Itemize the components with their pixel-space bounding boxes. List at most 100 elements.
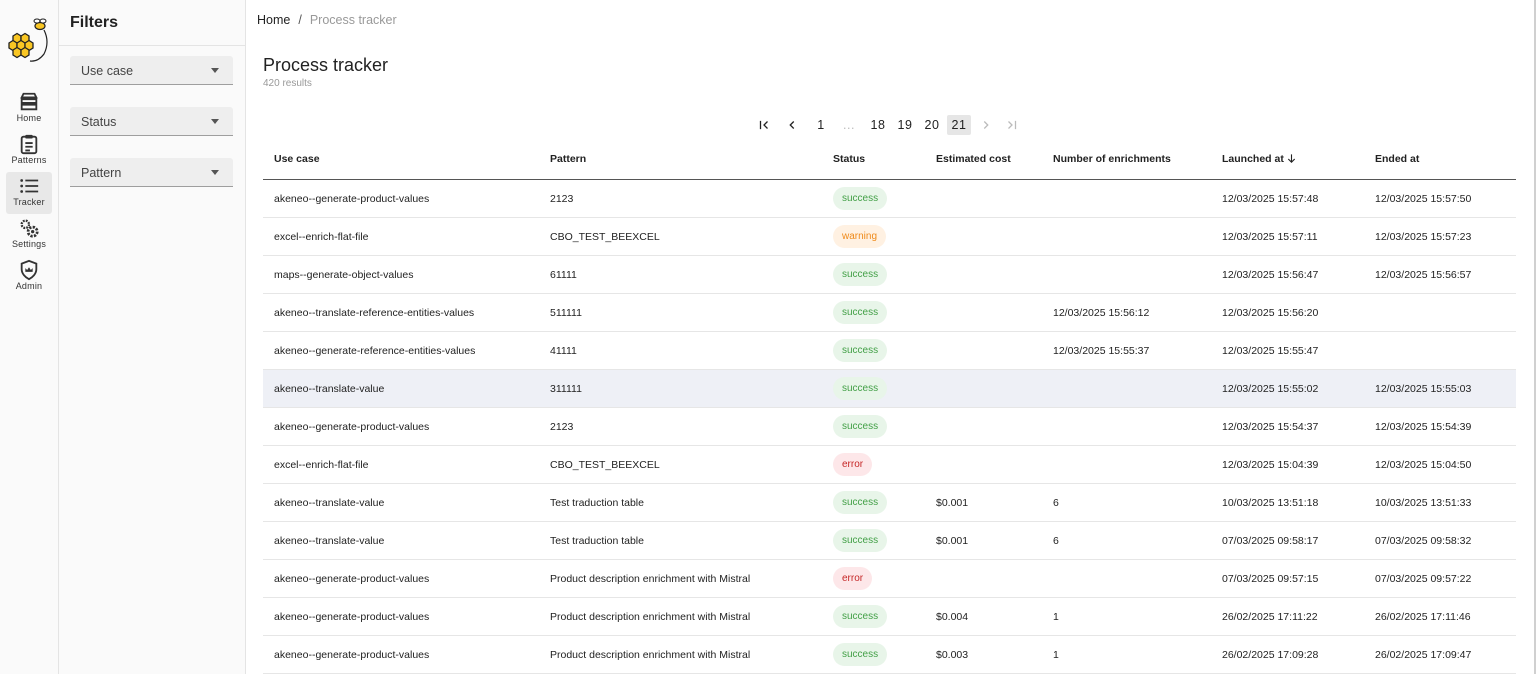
main-content: Home / Process tracker Process tracker 420… xyxy=(246,0,1536,674)
breadcrumb: Home / Process tracker xyxy=(257,13,397,27)
cell-use-case: akeneo--generate-reference-entities-valu… xyxy=(274,345,476,357)
table-row[interactable]: akeneo--generate-product-values Product d… xyxy=(263,598,1516,636)
nav-item-patterns[interactable]: Patterns xyxy=(6,130,52,172)
page-button-18[interactable]: 18 xyxy=(866,115,890,135)
table-row[interactable]: akeneo--translate-value Test traduction t… xyxy=(263,484,1516,522)
cell-use-case: akeneo--translate-reference-entities-val… xyxy=(274,307,475,319)
nav-label: Patterns xyxy=(11,155,47,165)
select-label: Status xyxy=(81,115,117,129)
cell-pattern: CBO_TEST_BEEXCEL xyxy=(550,231,660,243)
select-label: Use case xyxy=(81,64,134,78)
table-row[interactable]: maps--generate-object-values 61111 success… xyxy=(263,256,1516,294)
last-page-icon xyxy=(1008,120,1017,130)
table-row[interactable]: akeneo--generate-product-values 2123 succe… xyxy=(263,408,1516,446)
cell-use-case: akeneo--translate-value xyxy=(274,383,385,395)
table-row[interactable]: excel--enrich-flat-file CBO_TEST_BEEXCEL w… xyxy=(263,218,1516,256)
cell-pattern: CBO_TEST_BEEXCEL xyxy=(550,459,660,471)
status-badge: success xyxy=(833,187,888,210)
cell-launched-at: 12/03/2025 15:04:39 xyxy=(1222,459,1319,471)
column-header-pattern[interactable]: Pattern xyxy=(550,153,586,165)
column-header-enrichments[interactable]: Number of enrichments xyxy=(1053,153,1171,165)
cell-launched-at: 26/02/2025 17:11:22 xyxy=(1222,611,1318,623)
status-badge: success xyxy=(833,605,888,628)
cell-pattern: Product description enrichment with Mist… xyxy=(550,611,751,623)
breadcrumb-separator: / xyxy=(298,13,302,27)
caret-down-icon xyxy=(211,170,219,175)
page-button-19[interactable]: 19 xyxy=(893,115,917,135)
table-row[interactable]: akeneo--generate-product-values Product d… xyxy=(263,636,1516,674)
bee-honeycomb-logo-icon[interactable] xyxy=(4,16,52,64)
caret-down-icon xyxy=(211,119,219,124)
column-header-status[interactable]: Status xyxy=(833,153,865,165)
cell-launched-at: 10/03/2025 13:51:18 xyxy=(1222,497,1319,509)
page-button-21[interactable]: 21 xyxy=(947,115,971,135)
chevron-right-icon xyxy=(983,121,989,129)
nav-label: Tracker xyxy=(13,197,45,207)
cell-use-case: akeneo--generate-product-values xyxy=(274,193,430,205)
page-button-1[interactable]: 1 xyxy=(810,115,832,135)
cell-ended-at: 12/03/2025 15:04:50 xyxy=(1375,459,1472,471)
nav-label: Settings xyxy=(11,239,47,249)
cell-ended-at: 12/03/2025 15:55:03 xyxy=(1375,383,1472,395)
column-header-launched-at[interactable]: Launched at xyxy=(1222,153,1297,165)
cell-enrichments: 1 xyxy=(1053,611,1059,623)
list-icon xyxy=(20,179,39,193)
table-row[interactable]: akeneo--generate-product-values 2123 succe… xyxy=(263,180,1516,218)
cell-ended-at: 07/03/2025 09:57:22 xyxy=(1375,573,1472,585)
cell-ended-at: 12/03/2025 15:57:50 xyxy=(1375,193,1472,205)
cell-pattern: Product description enrichment with Mist… xyxy=(550,649,751,661)
cell-pattern: Product description enrichment with Mist… xyxy=(550,573,751,585)
first-page-button[interactable] xyxy=(754,115,774,135)
cell-use-case: akeneo--generate-product-values xyxy=(274,611,430,623)
cell-use-case: excel--enrich-flat-file xyxy=(274,231,369,243)
status-badge: success xyxy=(833,643,888,666)
result-count: 420 results xyxy=(263,78,312,89)
cell-use-case: akeneo--translate-value xyxy=(274,497,385,509)
status-badge: success xyxy=(833,377,888,400)
status-badge: success xyxy=(833,529,888,552)
status-badge: error xyxy=(833,453,873,476)
next-page-button[interactable] xyxy=(976,115,996,135)
status-badge: error xyxy=(833,567,873,590)
cell-ended-at: 10/03/2025 13:51:33 xyxy=(1375,497,1472,509)
table-row[interactable]: akeneo--translate-value 311111 success 12/0… xyxy=(263,370,1516,408)
nav-item-tracker[interactable]: Tracker xyxy=(6,172,52,214)
cell-estimated-cost: $0.004 xyxy=(936,611,969,623)
column-header-use-case[interactable]: Use case xyxy=(274,153,320,165)
last-page-button[interactable] xyxy=(1002,115,1022,135)
cell-pattern: 61111 xyxy=(550,269,577,281)
cell-use-case: akeneo--translate-value xyxy=(274,535,385,547)
status-select[interactable]: Status xyxy=(70,107,233,136)
table-row[interactable]: akeneo--translate-value Test traduction t… xyxy=(263,522,1516,560)
cell-pattern: 2123 xyxy=(550,193,574,205)
cell-enrichments: 12/03/2025 15:55:37 xyxy=(1053,345,1150,357)
use-case-select[interactable]: Use case xyxy=(70,56,233,85)
nav-item-settings[interactable]: Settings xyxy=(6,214,52,256)
table-row[interactable]: akeneo--translate-reference-entities-val… xyxy=(263,294,1516,332)
cell-launched-at: 12/03/2025 15:57:11 xyxy=(1222,231,1318,243)
cell-estimated-cost: $0.001 xyxy=(936,497,969,509)
prev-page-button[interactable] xyxy=(782,115,802,135)
table-row[interactable]: akeneo--generate-product-values Product d… xyxy=(263,560,1516,598)
table-row[interactable]: akeneo--generate-reference-entities-valu… xyxy=(263,332,1516,370)
nav-item-admin[interactable]: Admin xyxy=(6,256,52,298)
status-badge: success xyxy=(833,339,888,362)
cell-ended-at: 07/03/2025 09:58:32 xyxy=(1375,535,1472,547)
cell-use-case: akeneo--generate-product-values xyxy=(274,421,430,433)
cell-pattern: Test traduction table xyxy=(550,497,644,509)
pattern-select[interactable]: Pattern xyxy=(70,158,233,187)
cell-launched-at: 12/03/2025 15:55:47 xyxy=(1222,345,1319,357)
nav-item-home[interactable]: Home xyxy=(6,88,52,130)
nav-label: Admin xyxy=(15,281,43,291)
cell-launched-at: 26/02/2025 17:09:28 xyxy=(1222,649,1319,661)
cell-ended-at: 12/03/2025 15:57:23 xyxy=(1375,231,1472,243)
cell-estimated-cost: $0.003 xyxy=(936,649,969,661)
cell-use-case: akeneo--generate-product-values xyxy=(274,573,430,585)
column-header-ended-at[interactable]: Ended at xyxy=(1375,153,1419,165)
caret-down-icon xyxy=(211,68,219,73)
breadcrumb-home-link[interactable]: Home xyxy=(257,13,290,27)
column-header-estimated-cost[interactable]: Estimated cost xyxy=(936,153,1011,165)
page-button-20[interactable]: 20 xyxy=(920,115,944,135)
nav-rail: Home Patterns Tracker Settings Admin xyxy=(0,0,59,674)
table-row[interactable]: excel--enrich-flat-file CBO_TEST_BEEXCEL e… xyxy=(263,446,1516,484)
